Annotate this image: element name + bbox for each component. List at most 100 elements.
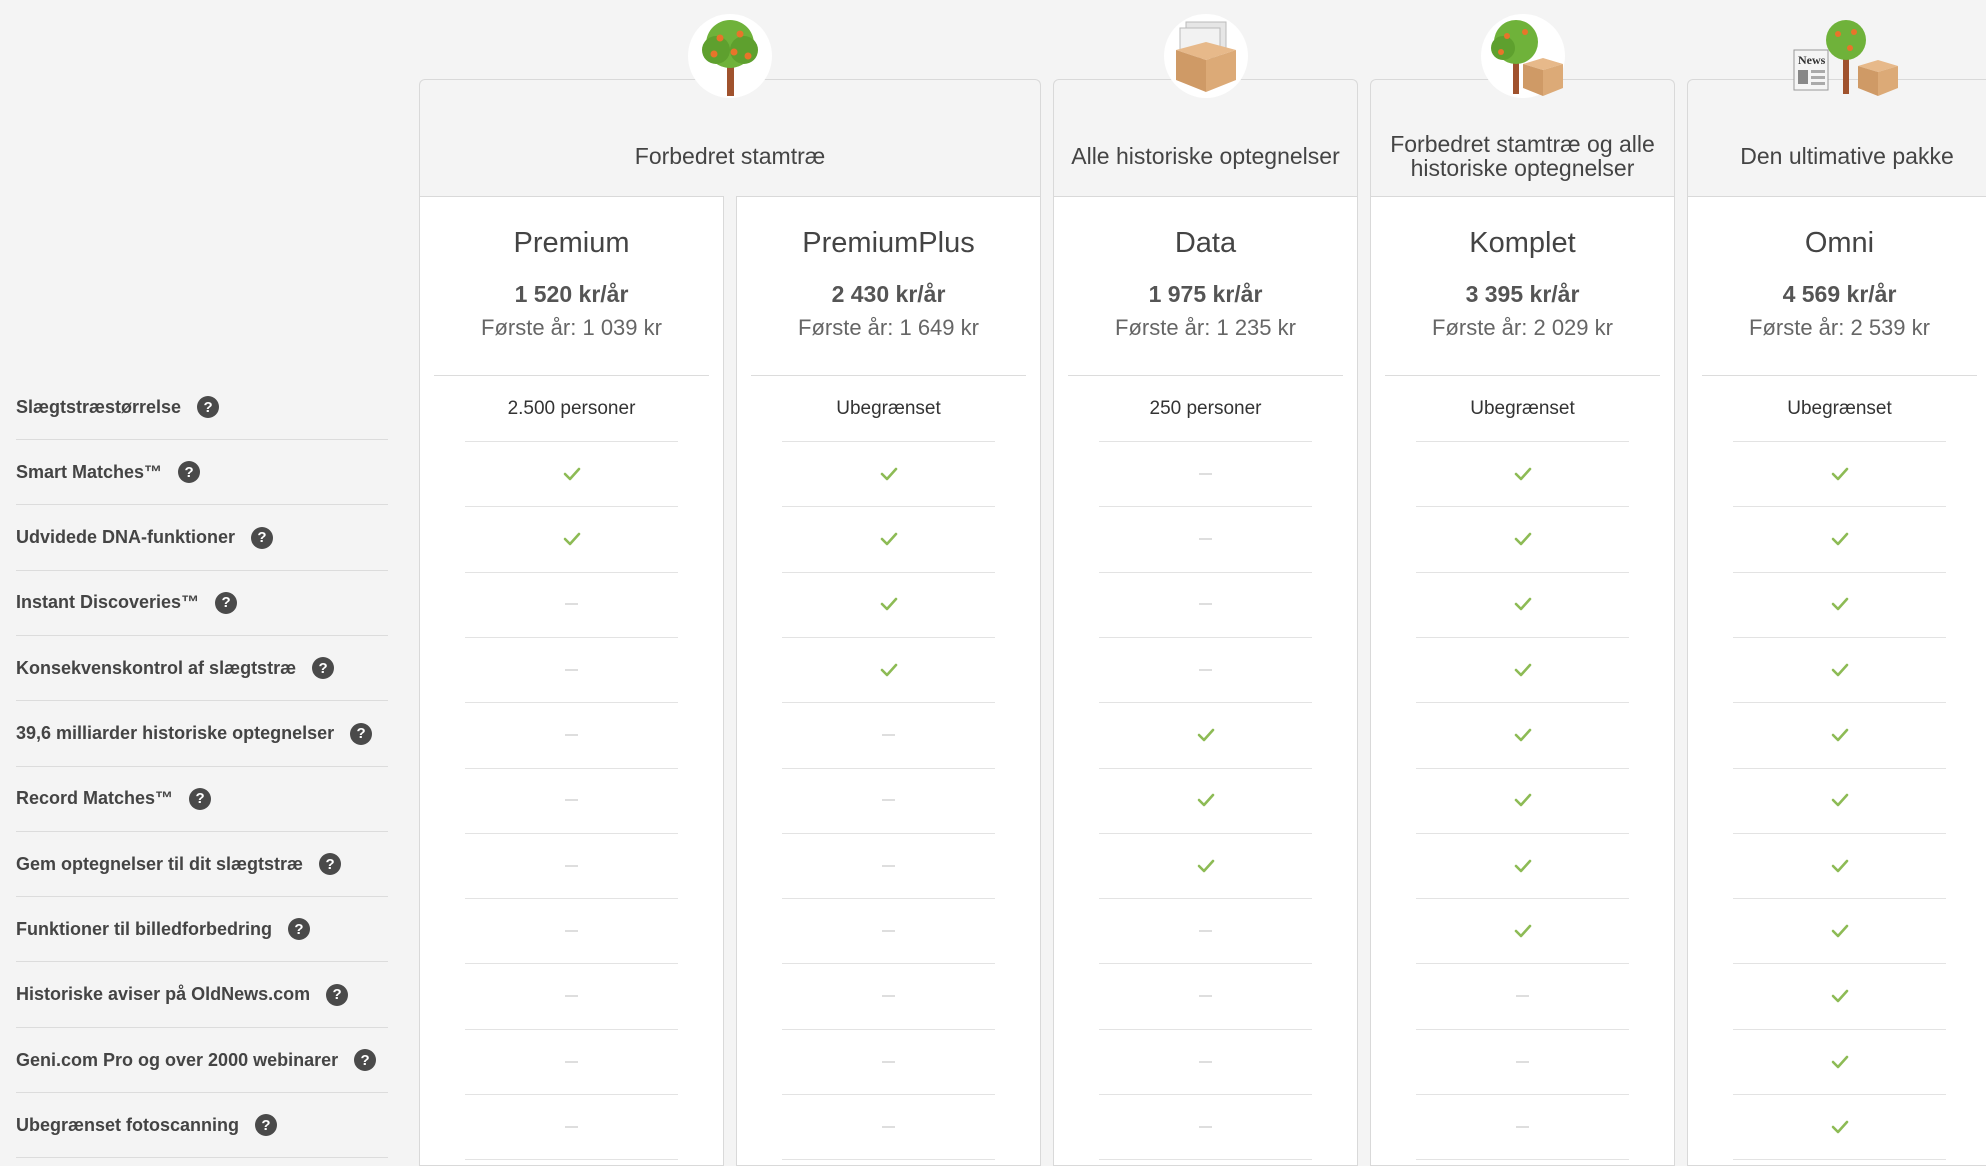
checkmark-icon [1831, 924, 1849, 938]
checkmark-icon [880, 663, 898, 677]
group-header-tree-and-records: Forbedret stamtræ og alle historiske opt… [1370, 14, 1675, 197]
records-box-icon [1163, 14, 1248, 98]
checkmark-icon [1514, 597, 1532, 611]
plan-column-omni[interactable]: Omni 4 569 kr/år Første år: 2 539 kr Ubegræ… [1687, 196, 1986, 1166]
dash-icon [565, 734, 578, 736]
dash-icon [565, 668, 578, 671]
feature-cell [782, 898, 995, 965]
plan-price: 4 569 kr/år [1782, 281, 1897, 307]
feature-value: Ubegrænset [1416, 376, 1629, 442]
feature-cell [782, 507, 995, 573]
feature-value: Ubegrænset [782, 376, 995, 442]
plan-first-year-price: Første år: 2 029 kr [1432, 315, 1613, 340]
feature-cell [782, 833, 995, 900]
feature-cell [465, 898, 678, 965]
dash-icon [1199, 603, 1212, 606]
feature-cell [1416, 833, 1629, 900]
feature-cell [1733, 507, 1946, 573]
help-icon[interactable]: ? [189, 787, 212, 810]
feature-cell [1733, 768, 1946, 834]
dash-icon [565, 1125, 578, 1128]
feature-label: Smart Matches™? [16, 440, 388, 506]
feature-value: Ubegrænset [1733, 376, 1946, 442]
feature-label: Udvidede DNA-funktioner? [16, 506, 388, 571]
dash-icon [1199, 538, 1212, 541]
feature-cell [1733, 637, 1946, 704]
feature-cell [1099, 898, 1312, 965]
dash-icon [882, 734, 895, 736]
plan-first-year-price: Første år: 1 235 kr [1115, 315, 1296, 340]
feature-cell [1416, 441, 1629, 508]
help-icon[interactable]: ? [354, 1049, 377, 1071]
plan-column-premium[interactable]: Premium 1 520 kr/år Første år: 1 039 kr 2.5… [419, 196, 724, 1166]
tree-icon [688, 14, 772, 98]
dash-icon [882, 995, 895, 998]
feature-cell [465, 637, 678, 704]
feature-label-text: Smart Matches™ [16, 461, 163, 482]
checkmark-icon [1831, 597, 1849, 611]
feature-cell [782, 964, 995, 1030]
feature-cell [465, 703, 678, 769]
feature-cell [1099, 637, 1312, 704]
checkmark-icon [1831, 1120, 1849, 1134]
dash-icon [882, 864, 895, 867]
group-title: Den ultimative pakke [1740, 142, 1954, 169]
dash-icon [882, 929, 895, 932]
plan-column-premiumplus[interactable]: PremiumPlus 2 430 kr/år Første år: 1 649 k… [736, 196, 1041, 1166]
help-icon[interactable]: ? [255, 1114, 278, 1137]
dash-icon [1199, 1060, 1212, 1063]
feature-cell [782, 768, 995, 834]
help-icon[interactable]: ? [178, 461, 201, 484]
checkmark-icon [1197, 793, 1215, 807]
feature-label-text: Geni.com Pro og over 2000 webinarer [16, 1049, 339, 1070]
feature-cell [1733, 898, 1946, 965]
help-icon[interactable]: ? [251, 526, 274, 549]
news-label: News [1798, 53, 1826, 67]
help-icon[interactable]: ? [350, 722, 373, 745]
feature-label: Ubegrænset fotoscanning? [16, 1093, 388, 1159]
checkmark-icon [880, 597, 898, 611]
dash-icon [565, 995, 578, 998]
feature-cell [1099, 964, 1312, 1030]
checkmark-icon [1831, 532, 1849, 546]
feature-cell [1099, 1094, 1312, 1161]
feature-cell [782, 1094, 995, 1161]
checkmark-icon [1831, 989, 1849, 1003]
checkmark-icon [1831, 793, 1849, 807]
checkmark-icon [1514, 728, 1532, 742]
dash-icon [565, 799, 578, 802]
feature-value: 250 personer [1099, 376, 1312, 442]
dash-icon [565, 864, 578, 867]
feature-cell [465, 964, 678, 1030]
feature-label: Record Matches™? [16, 767, 388, 832]
help-icon[interactable]: ? [326, 983, 349, 1006]
dash-icon [565, 603, 578, 606]
checkmark-icon [1514, 924, 1532, 938]
feature-cell [465, 1029, 678, 1095]
plan-column-data[interactable]: Data 1 975 kr/år Første år: 1 235 kr 250 pe… [1053, 196, 1358, 1166]
dash-icon [882, 1060, 895, 1063]
help-icon[interactable]: ? [319, 853, 342, 876]
feature-label: Historiske aviser på OldNews.com? [16, 963, 388, 1028]
feature-value: 2.500 personer [465, 376, 678, 442]
plan-price: 1 520 kr/år [514, 281, 629, 307]
plan-name: Data [1174, 227, 1237, 259]
dash-icon [1199, 472, 1212, 475]
feature-cell [1099, 703, 1312, 769]
checkmark-icon [1514, 467, 1532, 481]
help-icon[interactable]: ? [288, 918, 310, 941]
plan-column-komplet[interactable]: Komplet 3 395 kr/år Første år: 2 029 kr Ube… [1370, 196, 1675, 1166]
feature-label: 39,6 milliarder historiske optegnelser? [16, 702, 388, 767]
checkmark-icon [563, 532, 581, 546]
feature-label-text: 39,6 milliarder historiske optegnelser [16, 723, 335, 743]
dash-icon [1199, 995, 1212, 998]
feature-cell [1099, 507, 1312, 573]
help-icon[interactable]: ? [312, 657, 335, 680]
group-header-ultimate: News Den ultimative pakke [1687, 20, 1986, 197]
help-icon[interactable]: ? [197, 396, 220, 418]
plan-first-year-price: Første år: 1 649 kr [798, 315, 979, 340]
help-icon[interactable]: ? [215, 591, 238, 614]
feature-cell [1733, 833, 1946, 900]
plan-first-year-price: Første år: 1 039 kr [481, 315, 662, 340]
feature-label-text: Slægtstræstørrelse [16, 396, 182, 417]
